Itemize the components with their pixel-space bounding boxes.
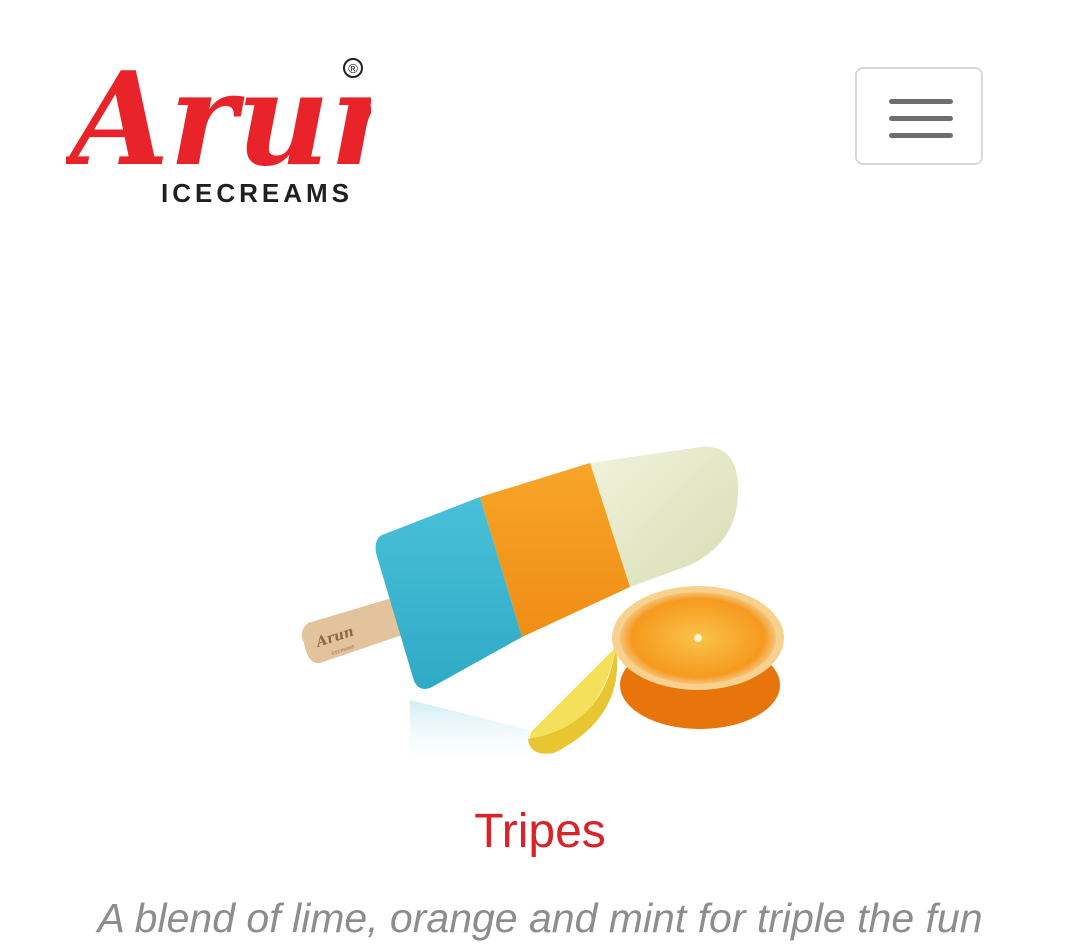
lime-wedge xyxy=(528,647,618,754)
logo-wordmark: Arun xyxy=(66,45,371,195)
orange-half xyxy=(612,586,784,729)
product-title: Tripes xyxy=(474,805,606,858)
logo-subtitle: ICECREAMS xyxy=(161,178,353,208)
product-description: A blend of lime, orange and mint for tri… xyxy=(97,895,983,941)
brand-logo[interactable]: Arun ® ICECREAMS xyxy=(66,22,371,212)
registered-mark: ® xyxy=(348,61,358,76)
site-header: Arun ® ICECREAMS xyxy=(0,0,1080,230)
product-image: Arun ICECREAMS xyxy=(290,435,800,780)
menu-toggle-button[interactable] xyxy=(855,67,983,165)
